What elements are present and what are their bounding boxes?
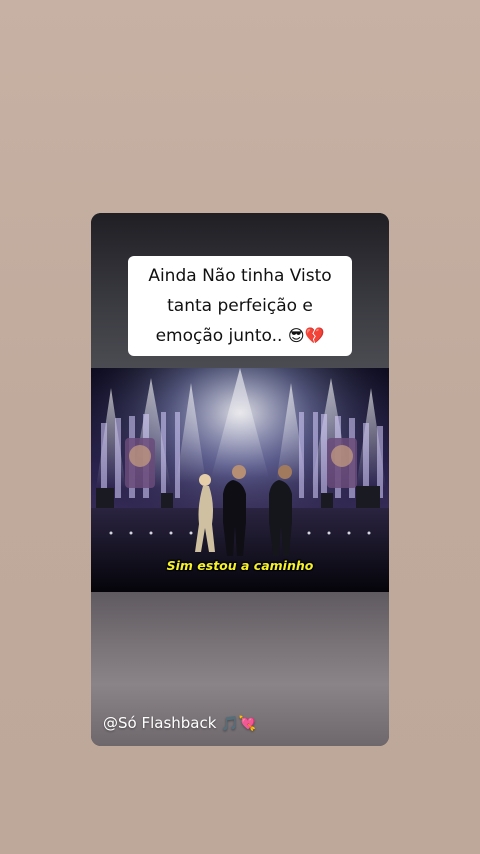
- video-subtitle: Sim estou a caminho: [166, 558, 314, 573]
- caption-line-1: Ainda Não tinha Visto: [148, 266, 332, 286]
- card-top-area: Ainda Não tinha Visto tanta perfeição e …: [91, 213, 389, 368]
- caption-line-3-text: emoção junto..: [155, 326, 283, 346]
- music-heart-icon: 🎵💘: [221, 716, 257, 732]
- card-bottom-area: @Só Flashback 🎵💘: [91, 592, 389, 746]
- account-handle[interactable]: @Só Flashback 🎵💘: [103, 714, 256, 732]
- caption-box: Ainda Não tinha Visto tanta perfeição e …: [128, 256, 352, 356]
- handle-text: @Só Flashback: [103, 714, 217, 732]
- cool-broken-heart-icon: 😎💔: [287, 326, 325, 345]
- story-page: Ainda Não tinha Visto tanta perfeição e …: [0, 0, 480, 854]
- caption-line-3: emoção junto.. 😎💔: [134, 321, 346, 351]
- caption-line-2: tanta perfeição e: [167, 296, 313, 316]
- concert-video[interactable]: Sim estou a caminho: [91, 368, 389, 592]
- story-card[interactable]: Ainda Não tinha Visto tanta perfeição e …: [91, 213, 389, 746]
